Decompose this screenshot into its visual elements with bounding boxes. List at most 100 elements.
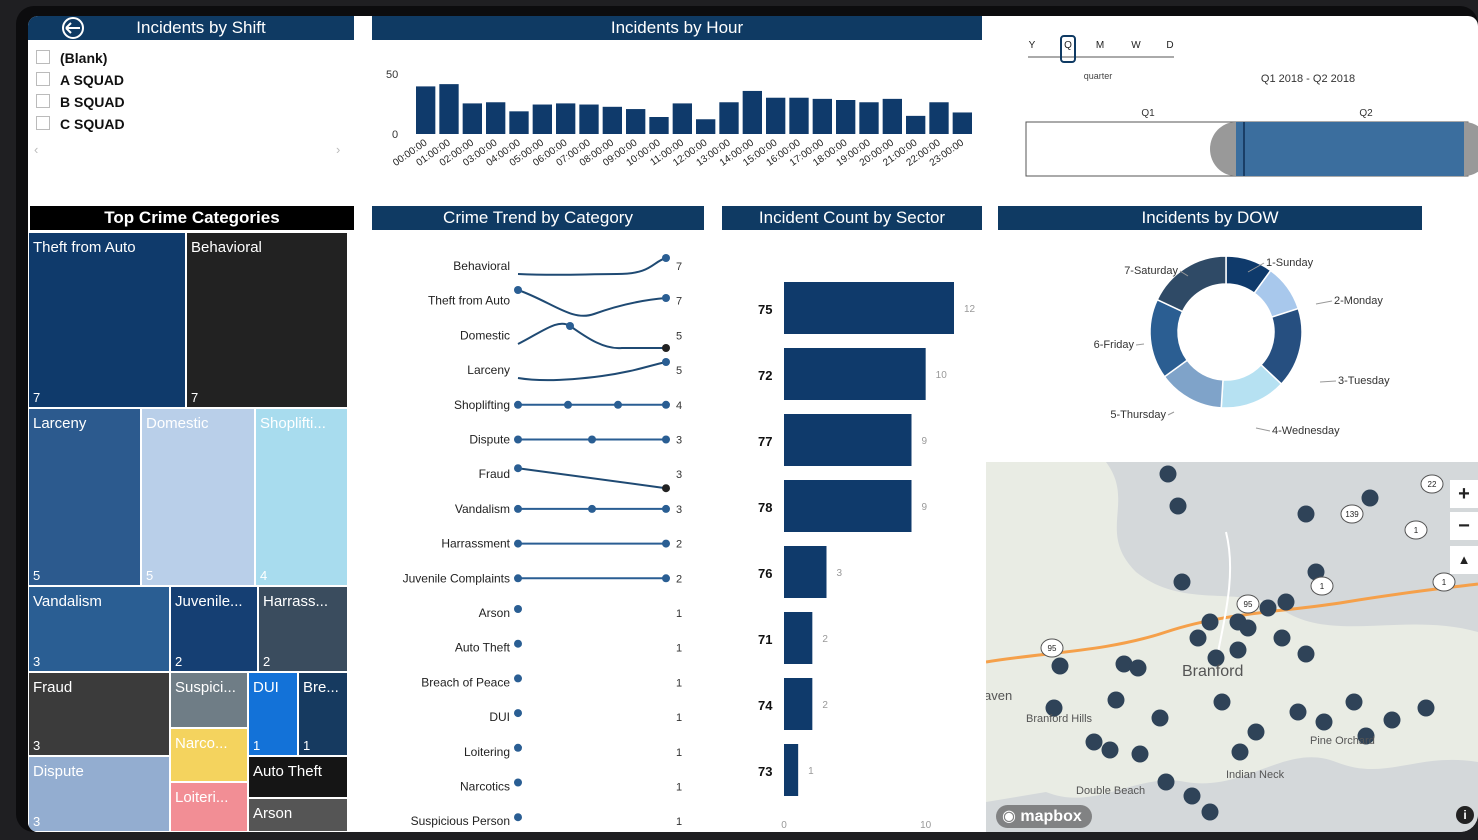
trend-point[interactable] [566, 322, 574, 330]
trend-point[interactable] [662, 504, 670, 513]
hour-bar[interactable] [789, 97, 809, 134]
trend-point[interactable] [662, 539, 670, 548]
checkbox[interactable] [36, 50, 50, 64]
hour-bar[interactable] [416, 86, 436, 134]
incident-marker[interactable] [1345, 693, 1363, 711]
trend-point[interactable] [588, 504, 596, 513]
treemap-tile[interactable]: Bre... 1 [298, 672, 348, 756]
incident-marker[interactable] [1051, 657, 1069, 675]
granularity-option[interactable]: D [1166, 40, 1173, 51]
trend-point[interactable] [514, 743, 522, 752]
incident-marker[interactable] [1383, 711, 1401, 729]
sector-bar[interactable] [784, 678, 813, 730]
hour-bar[interactable] [649, 117, 669, 134]
sector-bar[interactable] [784, 348, 926, 400]
incident-marker[interactable] [1361, 489, 1379, 507]
trend-line[interactable] [517, 361, 667, 382]
shift-option[interactable]: B SQUAD [36, 94, 125, 110]
checkbox[interactable] [36, 94, 50, 108]
hour-bar[interactable] [742, 90, 762, 134]
hour-bar[interactable] [672, 103, 692, 134]
trend-line[interactable] [517, 289, 667, 317]
zoom-in-button[interactable]: + [1450, 480, 1478, 508]
trend-point[interactable] [514, 539, 522, 548]
sector-bar[interactable] [784, 612, 813, 664]
trend-line[interactable] [517, 322, 666, 350]
treemap-tile[interactable]: DUI 1 [248, 672, 298, 756]
treemap-tile[interactable]: Vandalism 3 [28, 586, 170, 672]
hour-bar[interactable] [532, 104, 552, 134]
incident-marker[interactable] [1201, 803, 1219, 821]
incident-marker[interactable] [1239, 619, 1257, 637]
incident-marker[interactable] [1201, 613, 1219, 631]
hour-bar[interactable] [882, 98, 902, 134]
trend-point[interactable] [514, 605, 522, 613]
hour-bar[interactable] [766, 97, 786, 134]
treemap-tile[interactable]: Shoplifti... 4 [255, 408, 348, 586]
scroll-right-icon[interactable]: › [336, 142, 340, 157]
zoom-out-button[interactable]: − [1450, 512, 1478, 540]
hour-bar[interactable] [952, 112, 972, 134]
map-canvas[interactable]: Branford Branford Hills Pine Orchard Indian… [986, 462, 1478, 832]
incident-marker[interactable] [1157, 773, 1175, 791]
treemap-tile[interactable]: Suspici... [170, 672, 248, 728]
hour-bar[interactable] [836, 100, 856, 134]
hour-bar[interactable] [486, 102, 506, 134]
hour-bar[interactable] [439, 84, 459, 134]
incident-marker[interactable] [1247, 723, 1265, 741]
incident-marker[interactable] [1273, 629, 1291, 647]
hour-bar[interactable] [556, 103, 576, 134]
shift-option[interactable]: C SQUAD [36, 116, 125, 132]
shift-option[interactable]: (Blank) [36, 50, 107, 66]
incident-marker[interactable] [1213, 693, 1231, 711]
incident-marker[interactable] [1231, 743, 1249, 761]
trend-point[interactable] [514, 709, 522, 718]
incident-marker[interactable] [1151, 709, 1169, 727]
sector-bar[interactable] [784, 414, 912, 466]
incident-marker[interactable] [1277, 593, 1295, 611]
incident-marker[interactable] [1297, 505, 1315, 523]
shift-option[interactable]: A SQUAD [36, 72, 124, 88]
incident-marker[interactable] [1259, 599, 1277, 617]
checkbox[interactable] [36, 72, 50, 86]
hour-bar[interactable] [906, 115, 926, 134]
incident-marker[interactable] [1131, 745, 1149, 763]
incident-marker[interactable] [1107, 691, 1125, 709]
trend-line[interactable] [517, 467, 667, 490]
sector-bar[interactable] [784, 744, 799, 796]
trend-point[interactable] [662, 344, 670, 352]
trend-point[interactable] [514, 504, 522, 513]
incident-marker[interactable] [1129, 659, 1147, 677]
trend-point[interactable] [564, 400, 572, 409]
hour-bar[interactable] [719, 102, 739, 134]
granularity-option[interactable]: W [1131, 40, 1141, 51]
treemap-tile[interactable]: Juvenile... 2 [170, 586, 258, 672]
incident-marker[interactable] [1189, 629, 1207, 647]
trend-point[interactable] [662, 574, 670, 583]
hour-bar[interactable] [579, 104, 599, 134]
treemap-tile[interactable]: Fraud 3 [28, 672, 170, 756]
incident-map[interactable]: Branford Branford Hills Pine Orchard Indian… [986, 462, 1478, 832]
checkbox[interactable] [36, 116, 50, 130]
scroll-left-icon[interactable]: ‹ [34, 142, 38, 157]
hour-bar[interactable] [929, 102, 949, 134]
timeline-selection[interactable] [1236, 122, 1464, 176]
compass-button[interactable]: ▲ [1450, 546, 1478, 574]
granularity-option[interactable]: Q [1064, 40, 1072, 51]
hour-bar[interactable] [859, 102, 879, 134]
incident-marker[interactable] [1169, 497, 1187, 515]
trend-point[interactable] [662, 294, 670, 302]
incident-marker[interactable] [1229, 641, 1247, 659]
granularity-option[interactable]: Y [1029, 40, 1036, 51]
trend-point[interactable] [514, 778, 522, 787]
treemap-tile[interactable]: Dispute 3 [28, 756, 170, 832]
incident-marker[interactable] [1297, 645, 1315, 663]
treemap-tile[interactable]: Loiteri... [170, 782, 248, 832]
trend-point[interactable] [514, 574, 522, 583]
treemap-tile[interactable]: Larceny 5 [28, 408, 141, 586]
incident-marker[interactable] [1183, 787, 1201, 805]
trend-point[interactable] [514, 435, 522, 444]
trend-line[interactable] [517, 257, 667, 276]
incident-marker[interactable] [1173, 573, 1191, 591]
incident-marker[interactable] [1417, 699, 1435, 717]
